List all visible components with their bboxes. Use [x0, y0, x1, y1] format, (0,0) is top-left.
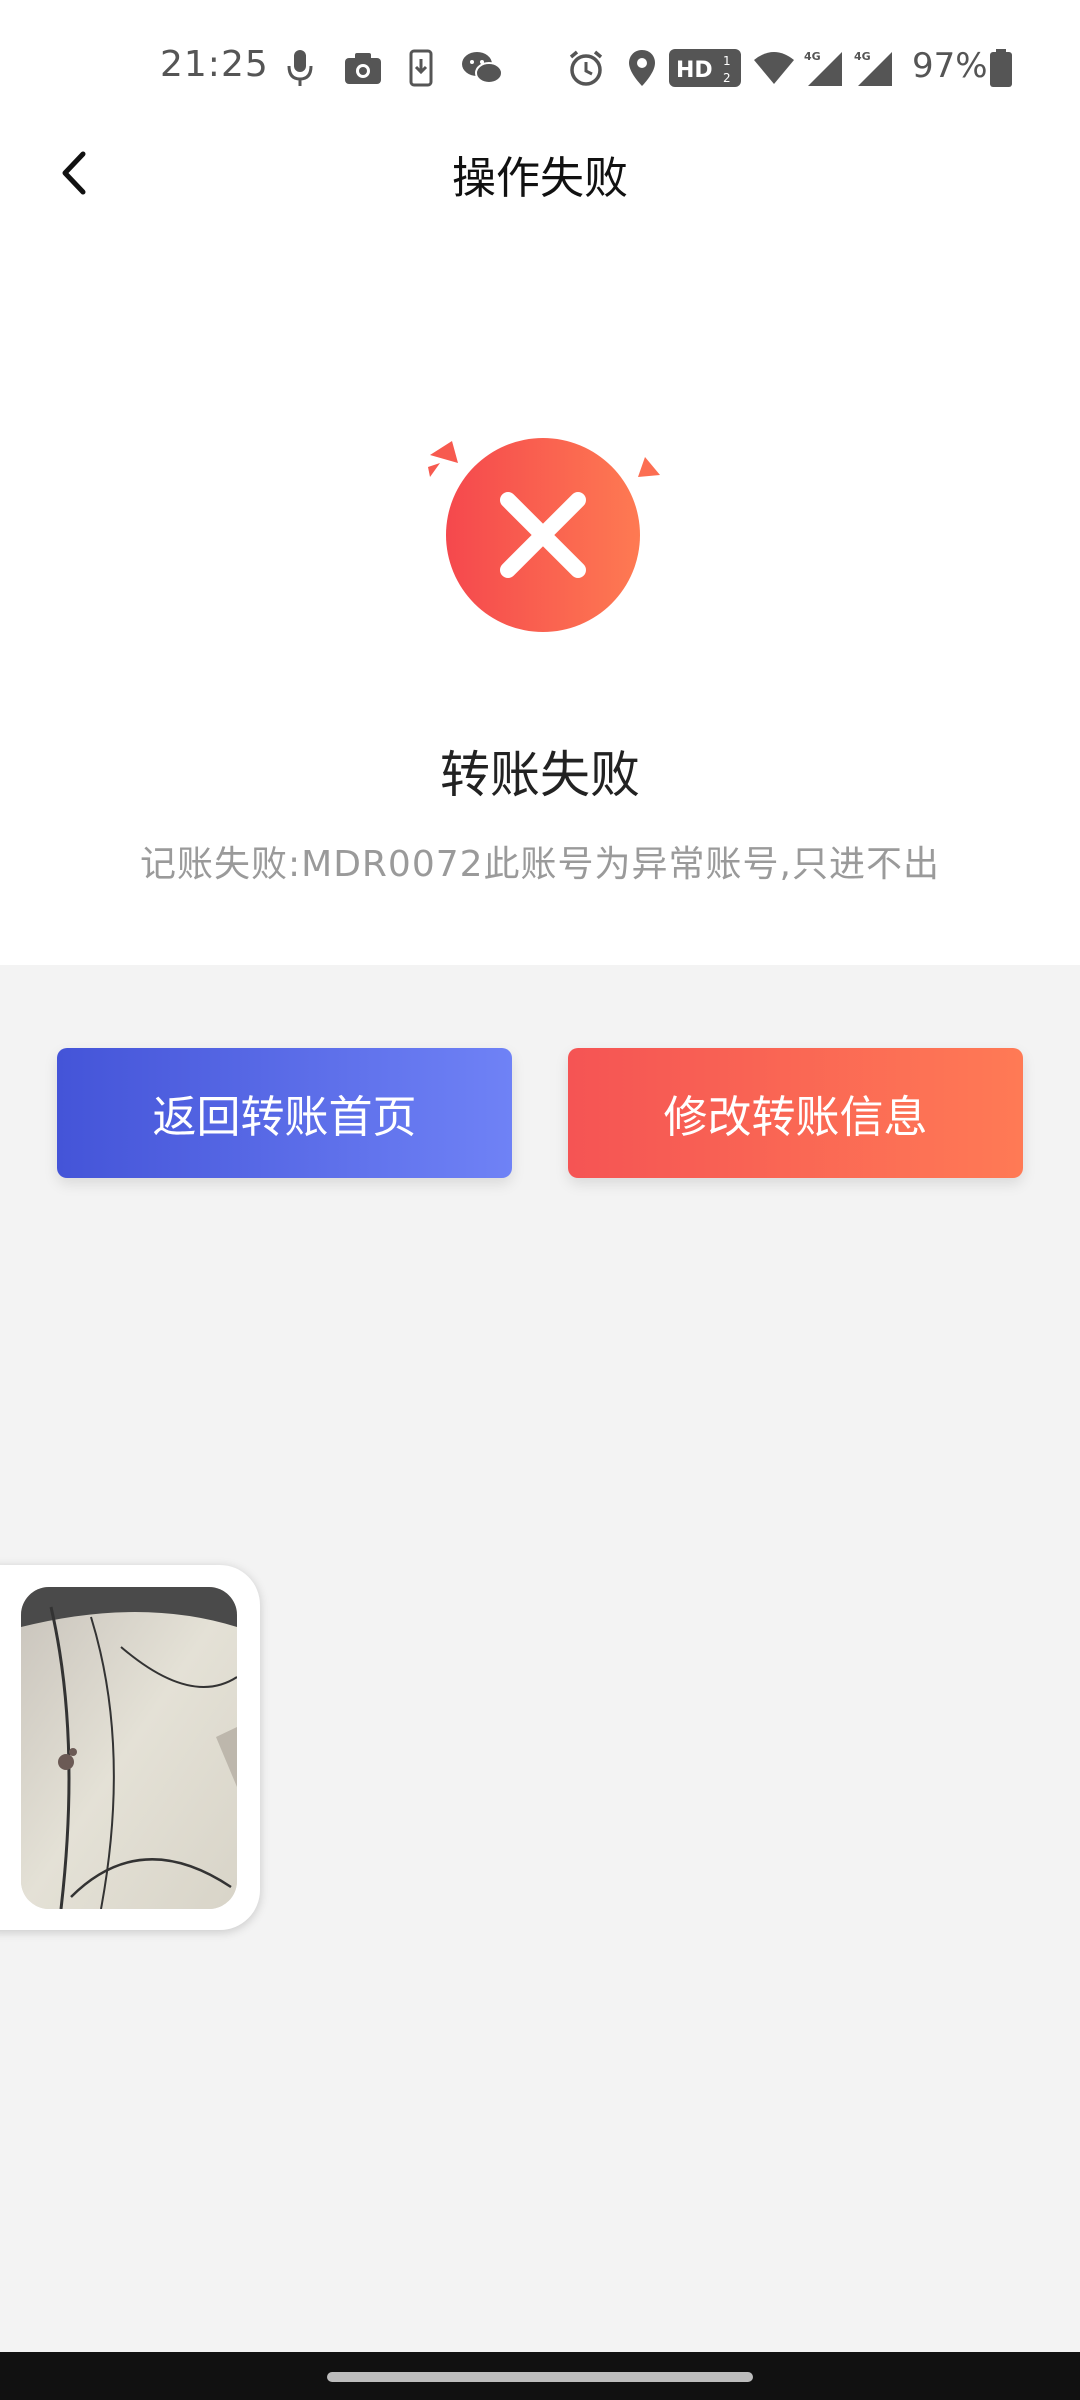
floating-preview-window[interactable]: [0, 1565, 260, 1930]
edit-transfer-info-button[interactable]: 修改转账信息: [568, 1048, 1023, 1178]
wifi-icon: [754, 52, 794, 84]
result-title: 转账失败: [440, 746, 640, 804]
preview-thumbnail: [21, 1587, 237, 1909]
signal-4g-icon: 4G: [854, 50, 892, 86]
home-indicator[interactable]: [327, 2372, 753, 2382]
status-time: 21:25: [160, 44, 269, 85]
svg-text:1: 1: [723, 54, 731, 68]
result-description: 记账失败:MDR0072此账号为异常账号,只进不出: [140, 844, 940, 885]
system-nav-bar: [0, 2352, 1080, 2400]
svg-text:4G: 4G: [804, 50, 821, 63]
app-header: 操作失败: [0, 120, 1080, 230]
svg-text:HD: HD: [676, 58, 713, 83]
mic-icon: [287, 50, 313, 86]
svg-text:2: 2: [723, 71, 731, 85]
wechat-icon: [462, 52, 503, 84]
back-to-transfer-home-button[interactable]: 返回转账首页: [57, 1048, 512, 1178]
battery-percent: 97%: [912, 46, 988, 86]
status-bar: 21:25 HD 1 2 4G 4G 97%: [0, 0, 1080, 140]
alarm-icon: [569, 50, 603, 86]
page-title: 操作失败: [452, 153, 628, 204]
battery-icon: [990, 49, 1012, 87]
result-card: 转账失败 记账失败:MDR0072此账号为异常账号,只进不出: [0, 230, 1080, 965]
camera-icon: [345, 53, 381, 84]
download-icon: [409, 49, 433, 87]
hd-icon: HD 1 2: [669, 49, 741, 87]
location-icon: [629, 50, 655, 86]
svg-text:4G: 4G: [854, 50, 871, 63]
signal-4g-icon: 4G: [804, 50, 842, 86]
error-x-icon: [420, 415, 660, 635]
